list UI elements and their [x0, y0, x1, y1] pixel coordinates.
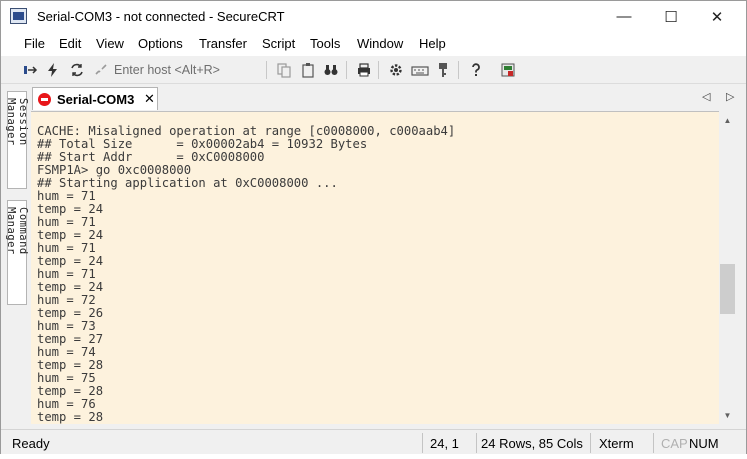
terminal-lines: CACHE: Misaligned operation at range [c0… [37, 125, 455, 424]
status-terminal-size: 24 Rows, 85 Cols [481, 435, 583, 451]
copy-icon[interactable] [274, 60, 294, 80]
enter-host-input[interactable] [114, 61, 264, 79]
securecrt-app-icon [10, 8, 27, 24]
status-num-lock: NUM [689, 435, 719, 451]
disconnect-icon[interactable] [91, 60, 111, 80]
connect-icon[interactable] [20, 60, 40, 80]
menu-help[interactable]: Help [419, 36, 446, 51]
session-manager-label: Session Manager [5, 98, 29, 146]
print-icon[interactable] [354, 60, 374, 80]
menu-window[interactable]: Window [357, 36, 403, 51]
menu-options[interactable]: Options [138, 36, 183, 51]
session-tab-label: Serial-COM3 [57, 92, 135, 107]
scroll-up-icon[interactable]: ▲ [719, 113, 736, 127]
terminal-line: temp = 27 [37, 332, 104, 346]
keymap-icon[interactable] [410, 60, 430, 80]
command-manager-label: Command Manager [5, 207, 29, 255]
toolbar-separator [378, 61, 379, 79]
menu-view[interactable]: View [96, 36, 124, 51]
menu-script[interactable]: Script [262, 36, 295, 51]
terminal-line: temp = 24 [37, 280, 104, 294]
menu-transfer[interactable]: Transfer [199, 36, 247, 51]
menu-edit[interactable]: Edit [59, 36, 81, 51]
menu-bar: File Edit View Options Transfer Script T… [1, 32, 746, 56]
reconnect-icon[interactable] [67, 60, 87, 80]
status-ready: Ready [12, 435, 50, 451]
script-icon[interactable] [498, 60, 518, 80]
settings-gear-icon[interactable] [386, 60, 406, 80]
terminal-line: temp = 28 [37, 410, 104, 424]
maximize-button[interactable]: ☐ [648, 1, 694, 32]
scroll-down-icon[interactable]: ▼ [719, 408, 736, 422]
toolbar-separator [266, 61, 267, 79]
status-cursor-position: 24, 1 [430, 435, 459, 451]
session-manager-tab[interactable]: Session Manager [5, 91, 29, 189]
tab-scroll-right-icon[interactable]: ▷ [726, 90, 734, 103]
tab-close-icon[interactable]: ✕ [144, 91, 155, 107]
title-bar: Serial-COM3 - not connected - SecureCRT … [1, 1, 746, 32]
quick-connect-icon[interactable] [43, 60, 63, 80]
toolbar [1, 56, 746, 84]
terminal-line: temp = 28 [37, 358, 104, 372]
toolbar-separator [346, 61, 347, 79]
terminal-line: temp = 24 [37, 228, 104, 242]
terminal-line: temp = 28 [37, 384, 104, 398]
toolbar-separator [458, 61, 459, 79]
terminal-line: temp = 26 [37, 306, 104, 320]
securecrt-window: Serial-COM3 - not connected - SecureCRT … [0, 0, 747, 459]
status-caps-lock: CAP [661, 435, 688, 451]
side-panel: Session Manager Command Manager [5, 91, 29, 423]
paste-icon[interactable] [298, 60, 318, 80]
disconnected-status-icon [38, 93, 51, 106]
terminal-line: temp = 24 [37, 254, 104, 268]
window-title: Serial-COM3 - not connected - SecureCRT [37, 9, 285, 24]
find-icon[interactable] [321, 60, 341, 80]
help-icon[interactable] [466, 60, 486, 80]
scrollbar-thumb[interactable] [720, 264, 735, 314]
vertical-scrollbar[interactable]: ▲ ▼ [719, 111, 736, 424]
menu-tools[interactable]: Tools [310, 36, 340, 51]
key-icon[interactable] [433, 60, 453, 80]
terminal-line: ## Starting application at 0xC0008000 ..… [37, 176, 338, 190]
status-divider [422, 433, 423, 453]
status-divider [476, 433, 477, 453]
terminal-line: temp = 24 [37, 202, 104, 216]
terminal-output[interactable]: CACHE: Misaligned operation at range [c0… [31, 111, 719, 424]
status-emulation: Xterm [599, 435, 634, 451]
status-bar: Ready 24, 1 24 Rows, 85 Cols Xterm CAP N… [1, 429, 746, 455]
command-manager-tab[interactable]: Command Manager [5, 200, 29, 305]
bottom-strip [0, 454, 747, 459]
session-tab-strip: Serial-COM3 ✕ ◁ ▷ [29, 86, 744, 110]
status-divider [590, 433, 591, 453]
tab-scroll-left-icon[interactable]: ◁ [702, 90, 710, 103]
menu-file[interactable]: File [24, 36, 45, 51]
close-button[interactable]: ✕ [694, 1, 740, 32]
session-tab-serial-com3[interactable]: Serial-COM3 ✕ [32, 87, 158, 110]
minimize-button[interactable]: — [601, 1, 647, 32]
status-divider [653, 433, 654, 453]
